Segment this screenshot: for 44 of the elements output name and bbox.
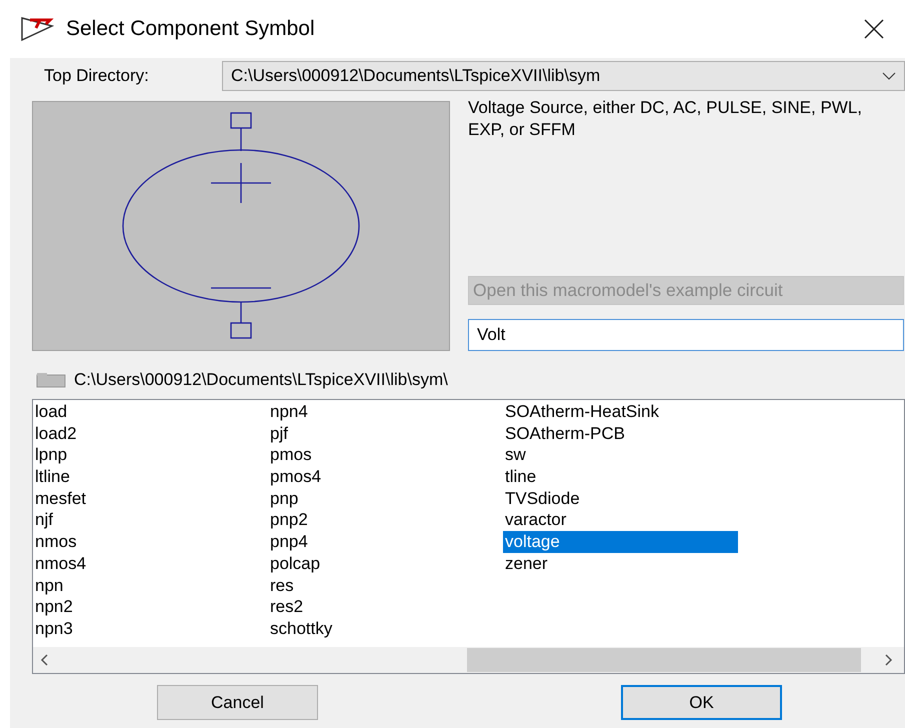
symbol-list-item[interactable]: voltage <box>503 531 738 553</box>
symbol-list-item[interactable]: varactor <box>503 509 738 532</box>
symbol-list-item[interactable]: SOAtherm-PCB <box>503 422 738 444</box>
close-icon[interactable] <box>863 18 885 40</box>
dialog-button[interactable]: OK <box>621 685 782 720</box>
symbol-list-item[interactable]: npn <box>33 574 268 596</box>
symbol-list-item[interactable]: res <box>268 574 503 596</box>
symbol-list-item[interactable]: pnp4 <box>268 531 503 553</box>
symbol-list-item[interactable]: load <box>33 401 268 423</box>
symbol-list-item[interactable]: schottky <box>268 618 503 640</box>
symbol-list-item[interactable]: npn3 <box>33 618 268 640</box>
field-label: Top Directory: <box>43 65 150 88</box>
symbol-list-item[interactable]: sw <box>503 444 738 466</box>
symbol-list-item[interactable]: npn4 <box>268 401 503 423</box>
symbol-list-item[interactable]: pmos <box>268 444 503 466</box>
directory-dropdown[interactable]: C:\Users\000912\Documents\LTspiceXVII\lib\sym <box>222 61 905 91</box>
symbol-list-item[interactable]: zener <box>503 552 738 574</box>
horizontal-scrollbar[interactable] <box>33 647 904 673</box>
symbol-list-item[interactable]: nmos4 <box>33 552 268 574</box>
symbol-list-item[interactable]: pnp <box>268 488 503 510</box>
symbol-list-item[interactable]: TVSdiode <box>503 488 738 510</box>
app-logo-icon <box>20 16 54 42</box>
symbol-list-item[interactable]: load2 <box>33 422 268 444</box>
symbol-list-item[interactable]: pjf <box>268 422 503 444</box>
search-field[interactable]: Volt <box>468 319 904 351</box>
current-path: C:\Users\000912\Documents\LTspiceXVII\lib\sym\ <box>74 369 448 392</box>
symbol-list-item[interactable]: tline <box>503 466 738 488</box>
dialog-button[interactable]: Cancel <box>157 685 318 720</box>
chevron-down-icon <box>882 72 896 80</box>
symbol-list-item[interactable]: pmos4 <box>268 466 503 488</box>
scrollbar-thumb[interactable] <box>467 648 861 672</box>
symbol-list-item[interactable]: ltline <box>33 466 268 488</box>
symbol-list-item[interactable]: mesfet <box>33 488 268 510</box>
symbol-list-item[interactable]: njf <box>33 509 268 532</box>
symbol-list-item[interactable]: nmos <box>33 531 268 553</box>
symbol-list-item[interactable]: npn2 <box>33 596 268 618</box>
symbol-description: Voltage Source, either DC, AC, PULSE, SINE, PWL, EXP, or SFFM <box>468 97 864 141</box>
symbol-list-item[interactable]: SOAtherm-HeatSink <box>503 401 738 423</box>
symbol-list-item[interactable]: res2 <box>268 596 503 618</box>
symbol-list-item[interactable]: polcap <box>268 552 503 574</box>
symbol-list-item[interactable]: lpnp <box>33 444 268 466</box>
window-title: Select Component Symbol <box>66 16 315 42</box>
symbol-list-item[interactable]: pnp2 <box>268 509 503 532</box>
folder-icon <box>36 372 66 388</box>
